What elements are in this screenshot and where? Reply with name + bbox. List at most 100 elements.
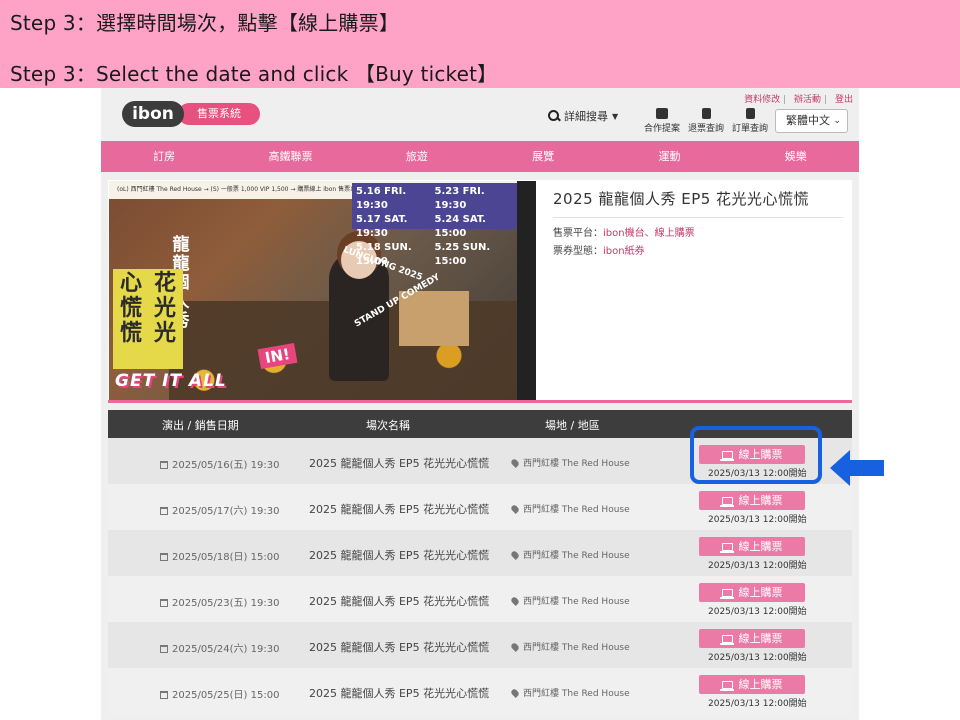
event-poster: (oL) 西門紅樓 The Red House → (S) 一般票 1,000 …	[109, 181, 536, 400]
laptop-icon	[719, 681, 734, 691]
platform-label: 售票平台：	[553, 228, 603, 239]
poster-char: 心	[119, 271, 142, 296]
poster-date: 5.25 SUN. 15:00	[434, 242, 491, 267]
poster-date: 5.16 FRI. 19:30	[356, 186, 407, 211]
calendar-icon	[160, 691, 168, 699]
language-value: 繁體中文	[786, 114, 830, 127]
buy-ticket-label: 線上購票	[738, 632, 783, 645]
session-venue: 西門紅樓 The Red House	[510, 502, 630, 515]
buy-ticket-button[interactable]: 線上購票	[699, 675, 805, 694]
main-nav: 訂房 高鐵聯票 旅遊 展覽 運動 娛樂	[101, 141, 859, 172]
session-venue: 西門紅樓 The Red House	[510, 456, 630, 469]
link-logout[interactable]: 登出	[835, 95, 853, 105]
instruction-line-chinese: Step 3：選擇時間場次，點擊【線上購票】	[10, 11, 400, 35]
column-header-date: 演出 / 銷售日期	[162, 419, 239, 432]
poster-sponsor-band	[517, 181, 536, 400]
poster-date: 5.24 SAT. 15:00	[434, 214, 486, 239]
session-venue: 西門紅樓 The Red House	[510, 594, 630, 607]
event-detail: (oL) 西門紅樓 The Red House → (S) 一般票 1,000 …	[108, 180, 852, 403]
poster-char: 花	[153, 271, 176, 296]
document-icon	[701, 108, 711, 119]
language-select[interactable]: 繁體中文 ⌄	[775, 109, 848, 133]
advanced-search-label: 詳細搜尋	[564, 110, 608, 123]
session-name: 2025 龍龍個人秀 EP5 花光光心慌慌	[309, 503, 490, 516]
calendar-icon	[160, 507, 168, 515]
table-row: 2025/05/24(六) 19:30 2025 龍龍個人秀 EP5 花光光心慌…	[108, 622, 852, 668]
advanced-search-button[interactable]: 詳細搜尋 ▼	[548, 108, 618, 124]
nav-item-sports[interactable]: 運動	[606, 141, 732, 172]
ibon-logo[interactable]: 售票系統 ibon	[122, 101, 260, 127]
buy-ticket-button[interactable]: 線上購票	[699, 629, 805, 648]
handshake-icon	[656, 108, 668, 119]
link-host-event[interactable]: 辦活動	[794, 95, 821, 105]
session-name: 2025 龍龍個人秀 EP5 花光光心慌慌	[309, 457, 490, 470]
link-separator: |	[824, 95, 828, 105]
tool-order-query[interactable]: 訂單查詢	[729, 108, 771, 134]
buy-ticket-label: 線上購票	[738, 494, 783, 507]
ticket-type-label: 票券型態：	[553, 246, 603, 257]
nav-item-travel[interactable]: 旅遊	[354, 141, 480, 172]
nav-item-hotel[interactable]: 訂房	[101, 141, 227, 172]
buy-ticket-label: 線上購票	[738, 678, 783, 691]
session-name: 2025 龍龍個人秀 EP5 花光光心慌慌	[309, 595, 490, 608]
poster-date: 5.17 SAT. 19:30	[356, 214, 408, 239]
nav-item-exhibition[interactable]: 展覽	[480, 141, 606, 172]
link-edit-profile[interactable]: 資料修改	[744, 95, 780, 105]
site-header: 售票系統 ibon 資料修改 | 辦活動 | 登出 詳細搜尋 ▼ 合作提案 退票查詢…	[101, 88, 859, 141]
event-platform: 售票平台：ibon機台、線上購票	[553, 224, 843, 239]
highlight-box	[690, 426, 822, 484]
session-venue: 西門紅樓 The Red House	[510, 640, 630, 653]
tool-partnership-label: 合作提案	[643, 124, 680, 134]
poster-char: 光	[153, 321, 176, 346]
session-date-text: 2025/05/17(六) 19:30	[172, 506, 280, 517]
nav-item-entertainment[interactable]: 娛樂	[733, 141, 859, 172]
session-date: 2025/05/17(六) 19:30	[160, 502, 279, 517]
table-row: 2025/05/17(六) 19:30 2025 龍龍個人秀 EP5 花光光心慌…	[108, 484, 852, 530]
session-venue: 西門紅樓 The Red House	[510, 548, 630, 561]
buy-ticket-button[interactable]: 線上購票	[699, 583, 805, 602]
tool-refund-label: 退票查詢	[687, 124, 724, 134]
instruction-line-english: Step 3：Select the date and click 【Buy ti…	[10, 62, 498, 86]
session-date-text: 2025/05/25(日) 15:00	[172, 690, 280, 701]
poster-char: 光	[153, 296, 176, 321]
calendar-icon	[160, 461, 168, 469]
event-info: 2025 龍龍個人秀 EP5 花光光心慌慌 售票平台：ibon機台、線上購票 票…	[553, 188, 843, 257]
table-row: 2025/05/25(日) 15:00 2025 龍龍個人秀 EP5 花光光心慌…	[108, 668, 852, 714]
logo-text: ibon	[122, 101, 184, 127]
map-pin-icon	[510, 504, 520, 514]
session-date: 2025/05/16(五) 19:30	[160, 456, 279, 471]
session-name: 2025 龍龍個人秀 EP5 花光光心慌慌	[309, 687, 490, 700]
link-separator: |	[783, 95, 787, 105]
session-venue-text: 西門紅樓 The Red House	[523, 459, 630, 469]
poster-dates: 5.16 FRI. 19:30 5.23 FRI. 19:30 5.17 SAT.…	[352, 183, 517, 267]
poster-char: 慌	[119, 296, 142, 321]
session-name: 2025 龍龍個人秀 EP5 花光光心慌慌	[309, 641, 490, 654]
event-ticket-type: 票券型態：ibon紙券	[553, 242, 843, 257]
session-venue-text: 西門紅樓 The Red House	[523, 689, 630, 699]
session-venue-text: 西門紅樓 The Red House	[523, 643, 630, 653]
sale-start: 2025/03/13 12:00開始	[708, 607, 807, 617]
session-date-text: 2025/05/18(日) 15:00	[172, 552, 280, 563]
calendar-icon	[160, 553, 168, 561]
map-pin-icon	[510, 458, 520, 468]
sale-start: 2025/03/13 12:00開始	[708, 515, 807, 525]
chevron-down-icon: ⌄	[833, 116, 841, 126]
nav-item-hsr[interactable]: 高鐵聯票	[227, 141, 353, 172]
map-pin-icon	[510, 596, 520, 606]
map-pin-icon	[510, 550, 520, 560]
session-venue-text: 西門紅樓 The Red House	[523, 597, 630, 607]
poster-date: 5.23 FRI. 19:30	[434, 186, 485, 211]
session-name: 2025 龍龍個人秀 EP5 花光光心慌慌	[309, 549, 490, 562]
buy-ticket-button[interactable]: 線上購票	[699, 537, 805, 556]
tool-partnership[interactable]: 合作提案	[641, 108, 683, 134]
laptop-icon	[719, 497, 734, 507]
tool-refund-query[interactable]: 退票查詢	[685, 108, 727, 134]
top-links: 資料修改 | 辦活動 | 登出	[742, 92, 853, 105]
buy-ticket-button[interactable]: 線上購票	[699, 491, 805, 510]
document-list-icon	[745, 108, 755, 119]
column-header-session: 場次名稱	[366, 419, 410, 432]
poster-char: 慌	[119, 321, 142, 346]
session-date: 2025/05/24(六) 19:30	[160, 640, 279, 655]
laptop-icon	[719, 589, 734, 599]
table-row: 2025/05/23(五) 19:30 2025 龍龍個人秀 EP5 花光光心慌…	[108, 576, 852, 622]
